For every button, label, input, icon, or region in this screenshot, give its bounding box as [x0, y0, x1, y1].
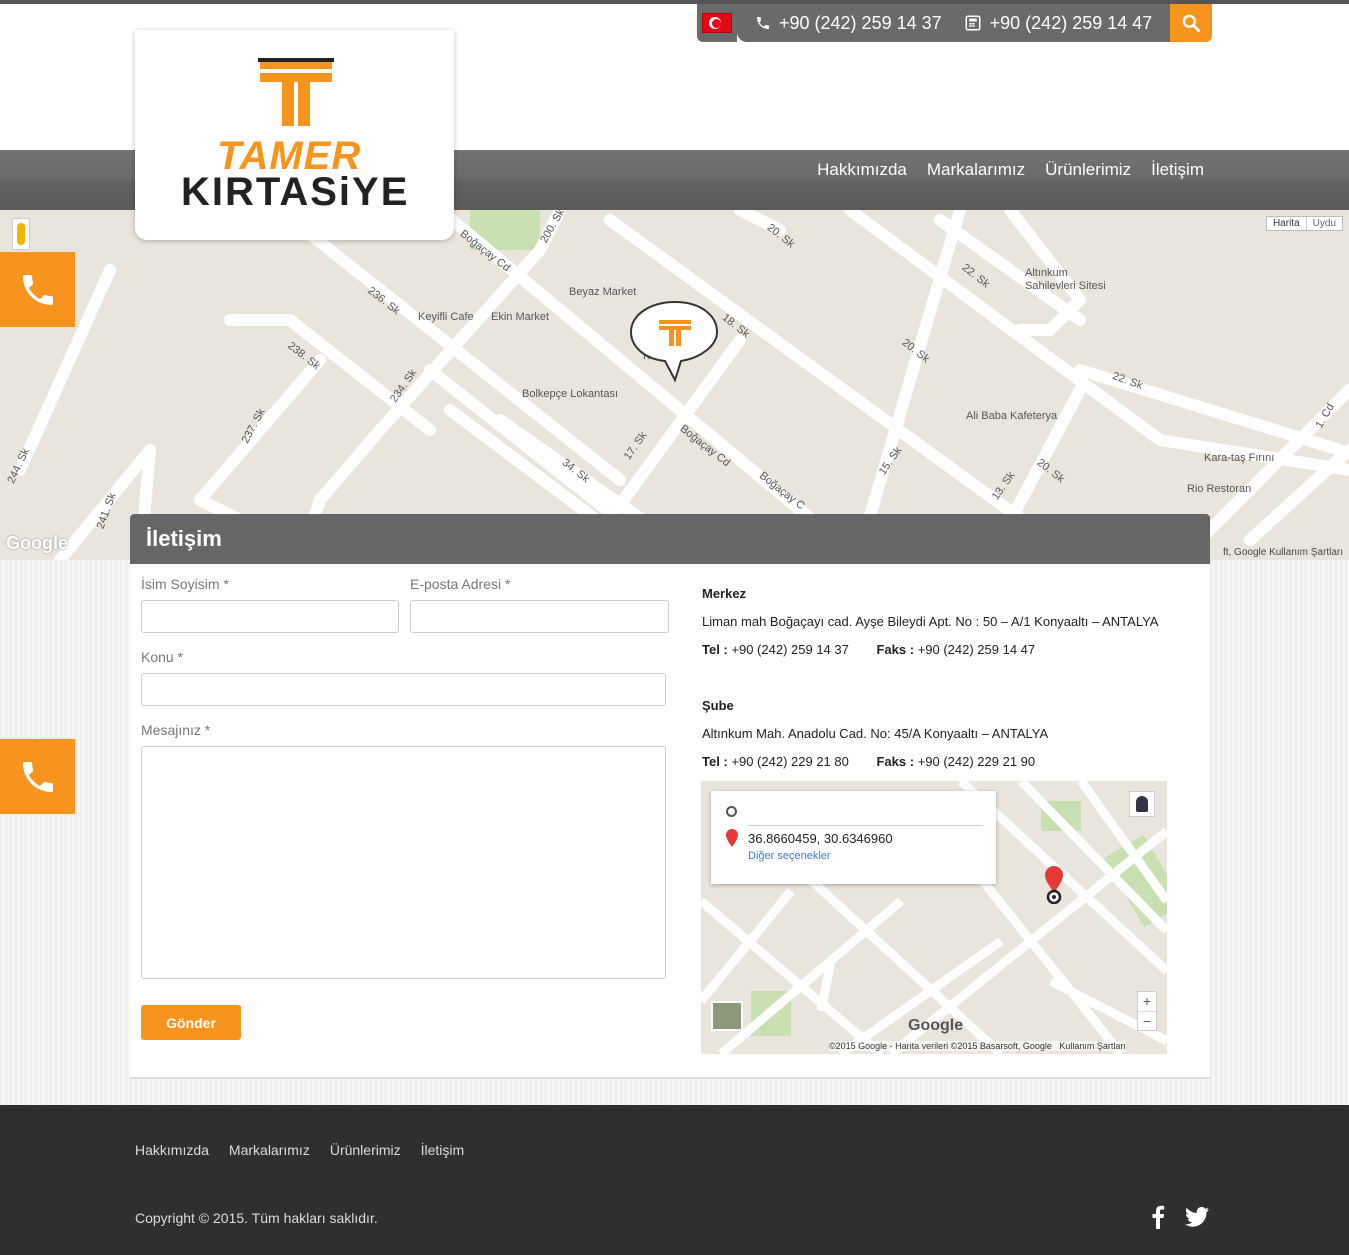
popup-coords: 36.8660459, 30.6346960: [748, 831, 893, 846]
turkey-flag-icon: [702, 13, 732, 33]
footer: Hakkımızda Markalarımız Ürünlerimiz İlet…: [0, 1105, 1349, 1255]
merkez-fax: +90 (242) 259 14 47: [917, 642, 1036, 657]
social-links: [1151, 1205, 1209, 1229]
google-logo: Google: [6, 533, 68, 553]
branch-map[interactable]: 36.8660459, 30.6346960 Diğer seçenekler …: [701, 781, 1167, 1054]
subject-label: Konu *: [141, 649, 184, 665]
footer-link-markalarimiz[interactable]: Markalarımız: [229, 1142, 310, 1158]
nav-hakkimizda[interactable]: Hakkımızda: [817, 160, 907, 180]
sube-fax: +90 (242) 229 21 90: [917, 754, 1036, 769]
phone-icon: [22, 274, 53, 305]
submit-button[interactable]: Gönder: [141, 1005, 241, 1040]
nav-urunlerimiz[interactable]: Ürünlerimiz: [1045, 160, 1131, 180]
merkez-tel: +90 (242) 259 14 37: [731, 642, 849, 657]
message-textarea[interactable]: [141, 746, 666, 979]
store-marker-icon[interactable]: [628, 300, 722, 382]
map-label: Ali Baba Kafeterya: [966, 410, 1058, 422]
location-map[interactable]: Boğaçay Cd 200. Sk 20. Sk 22. Sk 236. Sk…: [0, 210, 1349, 560]
sube-tel-label: Tel :: [702, 754, 728, 769]
map-attribution: ft, Google Kullanım Şartları: [1222, 547, 1343, 558]
location-pin-icon[interactable]: [1044, 866, 1064, 904]
zoom-out-button[interactable]: −: [1138, 1011, 1156, 1031]
header-fax: +90 (242) 259 14 47: [964, 12, 1153, 34]
email-input[interactable]: [410, 600, 669, 633]
sube-fax-label: Faks :: [876, 754, 915, 769]
map-label: Beyaz Market: [569, 286, 637, 298]
fax-icon: [965, 15, 981, 31]
street-view-pegman-icon[interactable]: [12, 218, 30, 250]
origin-circle-icon: [726, 806, 737, 817]
merkez-title: Merkez: [702, 586, 747, 601]
main-nav: Hakkımızda Markalarımız Ürünlerimiz İlet…: [817, 160, 1204, 180]
twitter-icon[interactable]: [1185, 1207, 1209, 1227]
header-fax-text: +90 (242) 259 14 47: [989, 12, 1153, 33]
merkez-tel-label: Tel :: [702, 642, 728, 657]
satellite-thumbnail[interactable]: [711, 1001, 743, 1031]
merkez-fax-label: Faks :: [876, 642, 915, 657]
tamer-t-logo-icon: [258, 58, 334, 126]
zoom-in-button[interactable]: +: [1138, 992, 1156, 1011]
branch-map-terms[interactable]: Kullanım Şartları: [1059, 1041, 1126, 1051]
map-type-uydu[interactable]: Uydu: [1305, 217, 1342, 230]
map-label: Keyifli Cafe: [418, 311, 474, 323]
sube-tel: +90 (242) 229 21 80: [731, 754, 849, 769]
site-logo[interactable]: TAMER KIRTASiYE: [135, 30, 454, 240]
branch-map-copyright: ©2015 Google - Harita verileri ©2015 Bas…: [829, 1041, 1052, 1051]
facebook-icon[interactable]: [1151, 1205, 1165, 1229]
map-type-harita[interactable]: Harita: [1267, 217, 1306, 230]
map-label: Altınkum Sahilevleri Sitesi: [1025, 267, 1106, 292]
merkez-address: Liman mah Boğaçayı cad. Ayşe Bileydi Apt…: [702, 614, 1159, 629]
map-streets: [14, 210, 1349, 560]
street-view-thumbnail-icon[interactable]: [1129, 791, 1155, 817]
branch-map-google-logo: Google: [908, 1017, 964, 1034]
name-label: İsim Soyisim *: [141, 576, 229, 592]
message-label: Mesajınız *: [141, 722, 211, 738]
copyright: Copyright © 2015. Tüm hakları saklıdır.: [135, 1210, 378, 1226]
sube-title: Şube: [702, 698, 734, 713]
branch-map-attribution: ©2015 Google - Harita verileri ©2015 Bas…: [829, 1041, 1126, 1051]
logo-text-kirtasiye: KIRTASiYE: [181, 170, 410, 214]
map-pin-icon: [726, 829, 738, 847]
subject-input[interactable]: [141, 673, 666, 706]
email-label: E-posta Adresi *: [410, 576, 511, 592]
popup-divider: [748, 825, 983, 826]
footer-link-iletisim[interactable]: İletişim: [421, 1142, 465, 1158]
map-label: Kara-taş Fırını: [1204, 452, 1275, 464]
top-contact-bar: +90 (242) 259 14 37 +90 (242) 259 14 47: [697, 4, 1213, 42]
map-type-toggle[interactable]: Harita Uydu: [1265, 216, 1343, 231]
contact-title: İletişim: [130, 514, 1210, 564]
header-phone-text: +90 (242) 259 14 37: [779, 12, 942, 33]
footer-link-hakkimizda[interactable]: Hakkımızda: [135, 1142, 209, 1158]
phone-icon: [22, 761, 53, 792]
name-input[interactable]: [141, 600, 399, 633]
phone-icon: [757, 17, 769, 29]
header-contact: +90 (242) 259 14 37 +90 (242) 259 14 47: [737, 4, 1171, 42]
contact-panel: İletişim İsim Soyisim * E-posta Adresi *…: [130, 514, 1210, 1079]
call-button[interactable]: [0, 739, 75, 814]
nav-markalarimiz[interactable]: Markalarımız: [927, 160, 1025, 180]
map-label: Bolkepçe Lokantası: [522, 388, 619, 400]
nav-iletisim[interactable]: İletişim: [1151, 160, 1204, 180]
call-button[interactable]: [0, 252, 75, 327]
map-label: Ekin Market: [491, 311, 550, 323]
zoom-controls: + −: [1137, 991, 1157, 1031]
map-label: Rio Restoran: [1187, 483, 1252, 495]
merkez-phones: Tel : +90 (242) 259 14 37 Faks : +90 (24…: [702, 642, 1035, 657]
footer-link-urunlerimiz[interactable]: Ürünlerimiz: [330, 1142, 401, 1158]
sube-phones: Tel : +90 (242) 229 21 80 Faks : +90 (24…: [702, 754, 1035, 769]
header-phone: +90 (242) 259 14 37: [755, 13, 942, 34]
footer-nav: Hakkımızda Markalarımız Ürünlerimiz İlet…: [135, 1142, 464, 1158]
search-icon: [1182, 14, 1201, 32]
search-button[interactable]: [1170, 4, 1213, 42]
popup-more-link[interactable]: Diğer seçenekler: [748, 850, 831, 862]
language-flag-tr[interactable]: [697, 4, 737, 42]
map-info-popup: 36.8660459, 30.6346960 Diğer seçenekler: [711, 791, 996, 884]
sube-address: Altınkum Mah. Anadolu Cad. No: 45/A Kony…: [702, 726, 1049, 741]
